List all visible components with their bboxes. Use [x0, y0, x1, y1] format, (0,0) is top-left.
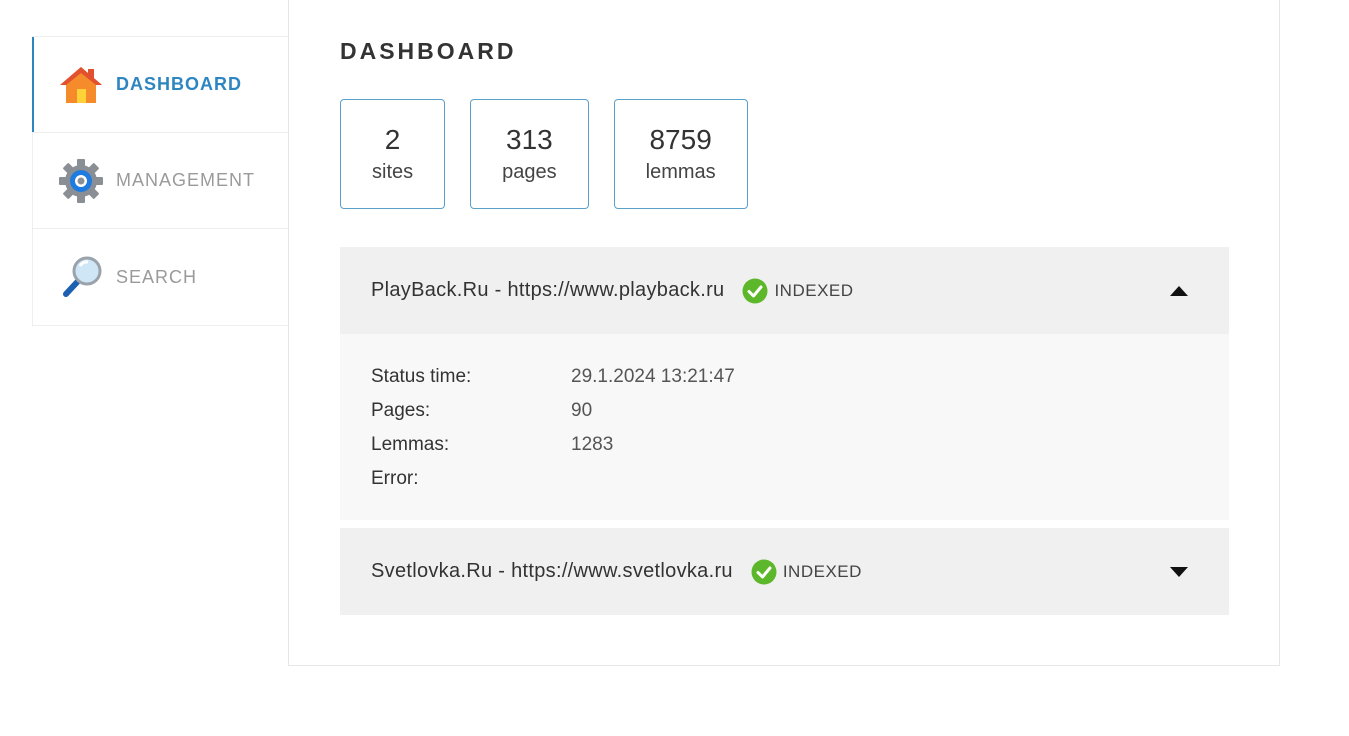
status-text: INDEXED [774, 280, 854, 300]
detail-row-status-time: Status time: 29.1.2024 13:21:47 [371, 360, 1198, 394]
site-panel-playback: PlayBack.Ru - https://www.playback.ru IN… [340, 247, 1229, 520]
check-circle-icon [751, 559, 777, 584]
page-title: DASHBOARD [340, 38, 517, 64]
stat-label: lemmas [645, 161, 716, 183]
sidebar-item-dashboard[interactable]: DASHBOARD [32, 37, 289, 133]
dashboard-panel: DASHBOARD 2 sites 313 pages 8759 lemmas … [288, 0, 1280, 666]
site-panel-svetlovka: Svetlovka.Ru - https://www.svetlovka.ru … [340, 528, 1229, 615]
status-badge: INDEXED [742, 278, 853, 304]
stat-value: 2 [384, 124, 401, 155]
stat-sites: 2 sites [340, 99, 446, 209]
detail-value: 90 [571, 400, 593, 421]
stat-value: 8759 [649, 124, 712, 155]
detail-label: Lemmas: [371, 434, 450, 455]
stat-label: sites [372, 161, 414, 183]
stat-value: 313 [506, 124, 553, 155]
detail-label: Error: [371, 468, 419, 489]
stat-label: pages [502, 161, 557, 183]
stat-pages: 313 pages [470, 99, 589, 209]
detail-label: Status time: [371, 366, 472, 387]
site-header-toggle[interactable]: Svetlovka.Ru - https://www.svetlovka.ru … [340, 528, 1229, 615]
detail-row-error: Error: [371, 462, 1198, 496]
sidebar-item-management[interactable]: MANAGEMENT [33, 133, 289, 229]
detail-label: Pages: [371, 400, 431, 421]
sidebar-item-label: DASHBOARD [116, 74, 242, 94]
detail-row-pages: Pages: 90 [371, 394, 1198, 428]
sidebar: DASHBOARD MANAGEMENT SEARCH [32, 36, 289, 326]
stats-row: 2 sites 313 pages 8759 lemmas [340, 99, 748, 209]
gear-icon [58, 158, 104, 204]
chevron-up-icon[interactable] [1169, 285, 1189, 297]
site-name: Svetlovka.Ru - https://www.svetlovka.ru [371, 560, 733, 582]
detail-row-lemmas: Lemmas: 1283 [371, 428, 1198, 462]
sidebar-item-label: MANAGEMENT [116, 170, 256, 190]
status-text: INDEXED [782, 561, 862, 581]
check-circle-icon [742, 278, 768, 303]
site-header-toggle[interactable]: PlayBack.Ru - https://www.playback.ru IN… [340, 247, 1229, 334]
magnifier-icon [58, 254, 104, 300]
detail-value: 1283 [571, 434, 614, 455]
site-details: Status time: 29.1.2024 13:21:47 Pages: 9… [340, 334, 1229, 520]
sidebar-item-search[interactable]: SEARCH [33, 229, 289, 325]
status-badge: INDEXED [751, 559, 862, 585]
detail-value: 29.1.2024 13:21:47 [571, 366, 735, 387]
site-name: PlayBack.Ru - https://www.playback.ru [371, 279, 725, 301]
home-icon [58, 62, 104, 108]
stat-lemmas: 8759 lemmas [613, 99, 748, 209]
sidebar-item-label: SEARCH [116, 266, 198, 287]
chevron-down-icon[interactable] [1169, 566, 1189, 578]
